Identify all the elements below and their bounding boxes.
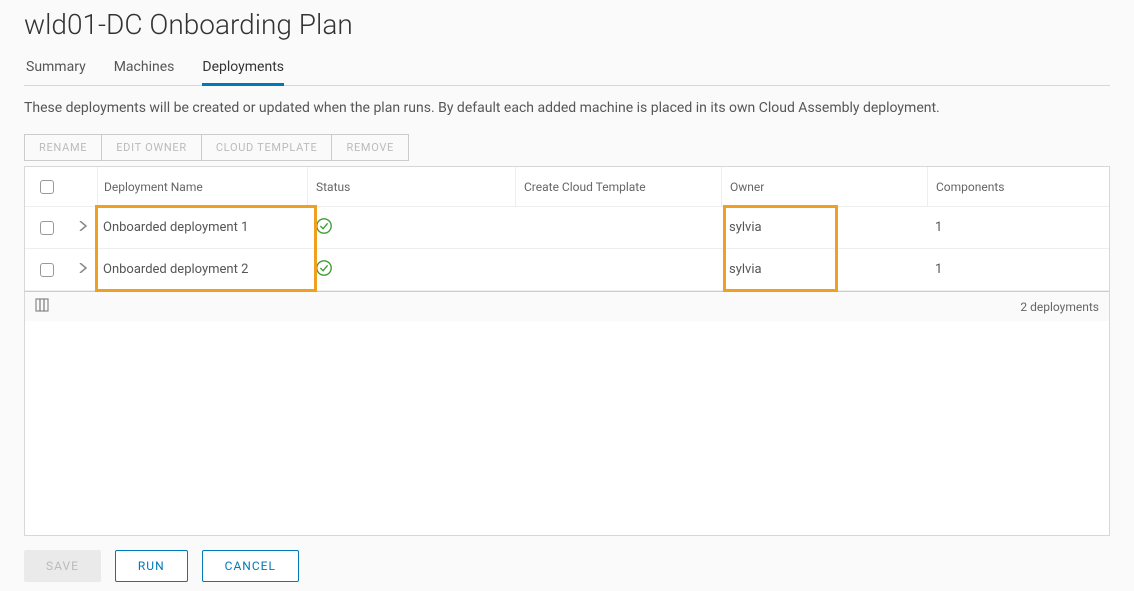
rename-button[interactable]: RENAME [25, 135, 102, 160]
components-value: 1 [935, 220, 942, 235]
tab-summary[interactable]: Summary [26, 51, 86, 85]
status-ok-icon [315, 224, 333, 239]
tab-deployments[interactable]: Deployments [202, 51, 284, 86]
edit-owner-button[interactable]: EDIT OWNER [102, 135, 202, 160]
description-text: These deployments will be created or upd… [24, 100, 1110, 116]
select-all-checkbox[interactable] [40, 180, 54, 194]
deployments-grid: Deployment Name Status Create Cloud Temp… [24, 166, 1110, 536]
owner-value: sylvia [729, 220, 762, 235]
column-header-owner[interactable]: Owner [721, 167, 927, 206]
toolbar: RENAME EDIT OWNER CLOUD TEMPLATE REMOVE [24, 134, 409, 161]
components-value: 1 [935, 262, 942, 277]
chevron-right-icon[interactable] [78, 220, 88, 235]
run-button[interactable]: RUN [115, 550, 188, 582]
deployment-name: Onboarded deployment 1 [103, 220, 248, 235]
remove-button[interactable]: REMOVE [332, 135, 408, 160]
deployment-name: Onboarded deployment 2 [103, 262, 248, 277]
owner-value: sylvia [729, 262, 762, 277]
status-ok-icon [315, 266, 333, 281]
tab-bar: Summary Machines Deployments [24, 51, 1110, 86]
table-row[interactable]: Onboarded deployment 1 sylvia 1 [25, 207, 1109, 249]
column-header-status[interactable]: Status [307, 167, 515, 206]
row-checkbox[interactable] [40, 221, 54, 235]
action-bar: SAVE RUN CANCEL [24, 550, 1110, 582]
cancel-button[interactable]: CANCEL [202, 550, 299, 582]
column-header-components[interactable]: Components [927, 167, 1109, 206]
grid-body: Onboarded deployment 1 sylvia 1 [25, 207, 1109, 291]
row-checkbox[interactable] [40, 263, 54, 277]
table-row[interactable]: Onboarded deployment 2 sylvia 1 [25, 249, 1109, 291]
footer-count: 2 deployments [1020, 300, 1099, 314]
grid-footer: 2 deployments [25, 291, 1109, 321]
column-settings-icon[interactable] [35, 298, 49, 315]
column-header-cloud[interactable]: Create Cloud Template [515, 167, 721, 206]
tab-machines[interactable]: Machines [114, 51, 175, 85]
page-title: wld01-DC Onboarding Plan [24, 8, 1110, 41]
cloud-template-button[interactable]: CLOUD TEMPLATE [202, 135, 333, 160]
column-header-name[interactable]: Deployment Name [97, 167, 307, 206]
grid-header: Deployment Name Status Create Cloud Temp… [25, 167, 1109, 207]
save-button[interactable]: SAVE [24, 550, 101, 582]
chevron-right-icon[interactable] [78, 262, 88, 277]
